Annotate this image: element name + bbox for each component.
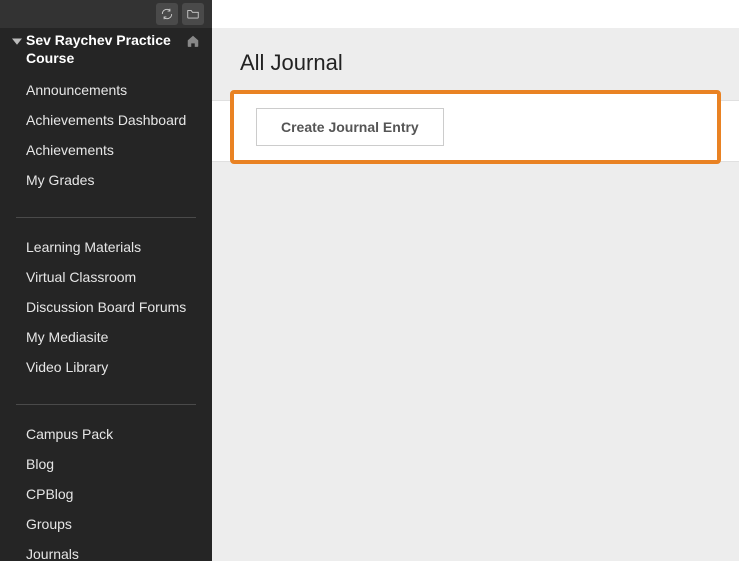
sidebar-item-my-mediasite[interactable]: My Mediasite: [0, 322, 212, 352]
sidebar-item-video-library[interactable]: Video Library: [0, 352, 212, 382]
sidebar-item-blog[interactable]: Blog: [0, 449, 212, 479]
page-title: All Journal: [212, 28, 739, 90]
sidebar-item-achievements-dashboard[interactable]: Achievements Dashboard: [0, 105, 212, 135]
nav-divider: [16, 404, 196, 405]
sidebar-item-learning-materials[interactable]: Learning Materials: [0, 232, 212, 262]
main-content: All Journal Create Journal Entry: [212, 28, 739, 561]
toolbar-area: Create Journal Entry: [212, 90, 739, 164]
chevron-down-icon: [10, 32, 24, 46]
sidebar-item-achievements[interactable]: Achievements: [0, 135, 212, 165]
nav-divider: [16, 217, 196, 218]
refresh-icon[interactable]: [156, 3, 178, 25]
create-journal-entry-button[interactable]: Create Journal Entry: [256, 108, 444, 146]
folder-icon[interactable]: [182, 3, 204, 25]
sidebar-item-groups[interactable]: Groups: [0, 509, 212, 539]
sidebar-item-campus-pack[interactable]: Campus Pack: [0, 419, 212, 449]
course-home-row[interactable]: Sev Raychev Practice Course: [0, 28, 212, 75]
course-title: Sev Raychev Practice Course: [26, 32, 184, 67]
create-entry-highlight: Create Journal Entry: [230, 90, 721, 164]
sidebar-item-discussion-board-forums[interactable]: Discussion Board Forums: [0, 292, 212, 322]
home-icon[interactable]: [184, 32, 202, 48]
sidebar-item-journals[interactable]: Journals: [0, 539, 212, 561]
sidebar-item-announcements[interactable]: Announcements: [0, 75, 212, 105]
course-sidebar: Sev Raychev Practice Course Announcement…: [0, 28, 212, 561]
sidebar-top-bar: [0, 0, 212, 28]
sidebar-item-my-grades[interactable]: My Grades: [0, 165, 212, 195]
sidebar-item-cpblog[interactable]: CPBlog: [0, 479, 212, 509]
sidebar-item-virtual-classroom[interactable]: Virtual Classroom: [0, 262, 212, 292]
